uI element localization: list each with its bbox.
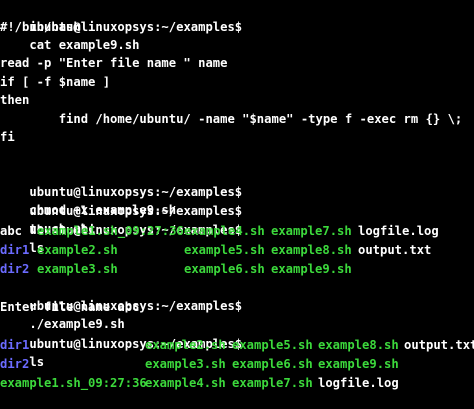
script-output-line: Enter file name abc <box>0 300 140 314</box>
directory-entry: dir1 <box>0 243 30 257</box>
command-text: cat example9.sh <box>29 38 140 52</box>
script-line-shebang: #!/bin/bash <box>0 20 81 34</box>
prompt-line-chmod: ubuntu@linuxopsys:~/examples$ chmod +x e… <box>0 165 242 217</box>
executable-entry: example9.sh <box>318 357 399 371</box>
ls-output-row: dir2 example3.sh example6.sh example9.sh <box>0 355 474 373</box>
script-line-if: if [ -f $name ] <box>0 75 111 89</box>
directory-entry: dir2 <box>0 357 30 371</box>
ls-output-row: dir2 example3.sh example6.sh example9.sh <box>0 260 474 278</box>
executable-entry: example6.sh <box>232 357 313 371</box>
prompt-line-touch: ubuntu@linuxopsys:~/examples$ touch abc <box>0 184 242 236</box>
executable-entry: example4.sh <box>145 376 226 390</box>
executable-entry: example7.sh <box>232 376 313 390</box>
executable-entry: example5.sh <box>232 338 313 352</box>
prompt-line-current[interactable]: ubuntu@linuxopsys:~/examples$ <box>0 392 252 409</box>
executable-entry: example6.sh <box>184 262 265 276</box>
file-entry: output.txt <box>404 338 474 352</box>
terminal-window[interactable]: ubuntu@linuxopsys:~/examples$ cat exampl… <box>0 0 474 409</box>
ls-output-row: dir1 example2.sh example5.sh example8.sh… <box>0 241 474 259</box>
executable-entry: example8.sh <box>318 338 399 352</box>
directory-entry: dir2 <box>0 262 30 276</box>
file-entry: abc <box>0 224 23 238</box>
executable-entry: example5.sh <box>184 243 265 257</box>
script-line-then: then <box>0 93 30 107</box>
executable-entry: example3.sh <box>37 262 118 276</box>
executable-entry: example1.sh_09:27:36 <box>0 376 147 390</box>
executable-entry: example2.sh <box>37 243 118 257</box>
script-line-fi: fi <box>0 130 15 144</box>
file-entry: logfile.log <box>358 224 439 238</box>
executable-entry: example9.sh <box>271 262 352 276</box>
executable-entry: example4.sh <box>184 224 265 238</box>
executable-entry: example8.sh <box>271 243 352 257</box>
prompt-line-ls1: ubuntu@linuxopsys:~/examples$ ls <box>0 203 242 255</box>
executable-entry: example3.sh <box>145 357 226 371</box>
prompt-line-run: ubuntu@linuxopsys:~/examples$ ./example9… <box>0 279 242 331</box>
ls-output-row: abc example1.sh_09:27:36 example4.sh exa… <box>0 222 474 240</box>
directory-entry: dir1 <box>0 338 30 352</box>
prompt-line-cat: ubuntu@linuxopsys:~/examples$ cat exampl… <box>0 0 242 52</box>
ls-output-row: dir1 example2.sh example5.sh example8.sh… <box>0 336 474 354</box>
executable-entry: example1.sh_09:27:36 <box>37 224 184 238</box>
prompt-line-ls2: ubuntu@linuxopsys:~/examples$ ls <box>0 317 242 369</box>
executable-entry: example2.sh <box>145 338 226 352</box>
file-entry: output.txt <box>358 243 432 257</box>
executable-entry: example7.sh <box>271 224 352 238</box>
file-entry: logfile.log <box>318 376 399 390</box>
script-line-read: read -p "Enter file name " name <box>0 56 228 70</box>
script-line-find: find /home/ubuntu/ -name "$name" -type f… <box>0 112 463 126</box>
ls-output-row: example1.sh_09:27:36 example4.sh example… <box>0 374 474 392</box>
